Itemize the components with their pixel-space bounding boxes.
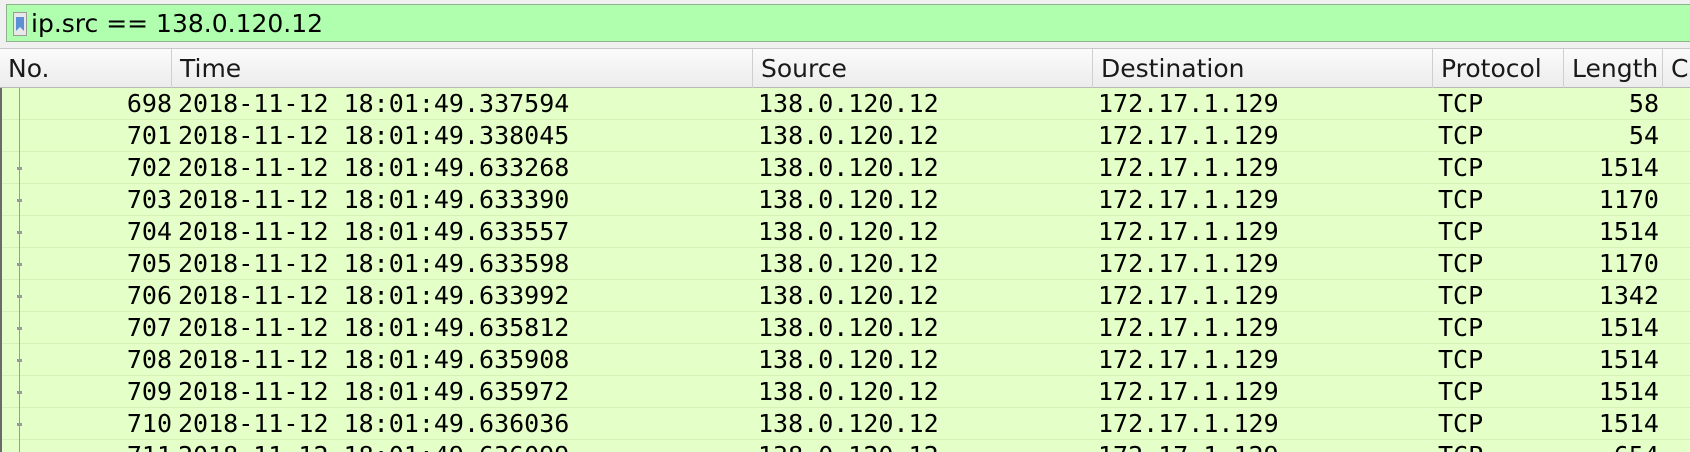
packet-length: 1514 (1598, 377, 1659, 406)
packet-protocol: TCP (1438, 409, 1484, 438)
packet-protocol: TCP (1438, 440, 1564, 452)
column-header-no[interactable]: No. (0, 49, 172, 89)
packet-time: 2018-11-12 18:01:49.338045 (178, 121, 570, 150)
packet-protocol: TCP (1438, 377, 1484, 406)
display-filter-text[interactable]: ip.src == 138.0.120.12 (31, 7, 323, 41)
packet-protocol: TCP (1438, 153, 1484, 182)
column-header-source[interactable]: Source (753, 49, 1093, 89)
packet-length: 1514 (1598, 153, 1659, 182)
packet-source: 138.0.120.12 (758, 440, 1098, 452)
packet-protocol: TCP (1438, 345, 1484, 374)
column-header-length[interactable]: Length (1564, 49, 1663, 89)
packet-time: 2018-11-12 18:01:49.636099 (178, 440, 758, 452)
packet-protocol: TCP (1438, 185, 1484, 214)
packet-protocol: TCP (1438, 121, 1484, 150)
packet-length: 58 (1628, 89, 1659, 118)
packet-number: 702 (126, 153, 172, 182)
packet-source: 138.0.120.12 (758, 313, 939, 342)
packet-length: 1170 (1598, 185, 1659, 214)
packet-destination: 172.17.1.129 (1098, 249, 1279, 278)
packet-source: 138.0.120.12 (758, 121, 939, 150)
packet-source: 138.0.120.12 (758, 89, 939, 118)
packet-number: 704 (126, 217, 172, 246)
packet-length: 1514 (1598, 345, 1659, 374)
display-filter-input[interactable]: ip.src == 138.0.120.12 (6, 4, 1690, 42)
packet-source: 138.0.120.12 (758, 345, 939, 374)
packet-protocol: TCP (1438, 89, 1484, 118)
packet-time: 2018-11-12 18:01:49.633268 (178, 153, 570, 182)
packet-length: 54 (1628, 121, 1659, 150)
packet-protocol: TCP (1438, 217, 1484, 246)
packet-source: 138.0.120.12 (758, 217, 939, 246)
packet-destination: 172.17.1.129 (1098, 440, 1438, 452)
packet-list[interactable]: No. Time Source Destination Protocol Len… (0, 48, 1690, 452)
packet-time: 2018-11-12 18:01:49.633557 (178, 217, 570, 246)
packet-row[interactable]: 703 2018-11-12 18:01:49.633390 138.0.120.1… (0, 184, 1690, 216)
packet-row[interactable]: 710 2018-11-12 18:01:49.636036 138.0.120.1… (0, 408, 1690, 440)
packet-row[interactable]: 706 2018-11-12 18:01:49.633992 138.0.120.1… (0, 280, 1690, 312)
packet-protocol: TCP (1438, 249, 1484, 278)
bookmark-icon (16, 17, 24, 31)
packet-length: 1514 (1598, 313, 1659, 342)
packet-destination: 172.17.1.129 (1098, 345, 1279, 374)
packet-number: 707 (126, 313, 172, 342)
packet-row[interactable]: 702 2018-11-12 18:01:49.633268 138.0.120.1… (0, 152, 1690, 184)
packet-length: 1514 (1598, 217, 1659, 246)
packet-number: 709 (126, 377, 172, 406)
packet-source: 138.0.120.12 (758, 281, 939, 310)
packet-time: 2018-11-12 18:01:49.635812 (178, 313, 570, 342)
packet-number: 708 (126, 345, 172, 374)
packet-number: 710 (126, 409, 172, 438)
packet-number: 705 (126, 249, 172, 278)
left-edge-border (0, 88, 2, 452)
packet-time: 2018-11-12 18:01:49.633992 (178, 281, 570, 310)
packet-destination: 172.17.1.129 (1098, 185, 1279, 214)
column-header-info[interactable]: Cl (1663, 49, 1690, 89)
packet-destination: 172.17.1.129 (1098, 377, 1279, 406)
packet-destination: 172.17.1.129 (1098, 409, 1279, 438)
packet-time: 2018-11-12 18:01:49.635908 (178, 345, 570, 374)
packet-source: 138.0.120.12 (758, 185, 939, 214)
packet-source: 138.0.120.12 (758, 153, 939, 182)
packet-destination: 172.17.1.129 (1098, 281, 1279, 310)
column-header-time[interactable]: Time (172, 49, 753, 89)
packet-source: 138.0.120.12 (758, 377, 939, 406)
packet-row[interactable]: 705 2018-11-12 18:01:49.633598 138.0.120.1… (0, 248, 1690, 280)
packet-protocol: TCP (1438, 281, 1484, 310)
packet-time: 2018-11-12 18:01:49.633598 (178, 249, 570, 278)
packet-list-header: No. Time Source Destination Protocol Len… (0, 48, 1690, 89)
packet-number: 706 (126, 281, 172, 310)
packet-row[interactable]: 708 2018-11-12 18:01:49.635908 138.0.120.1… (0, 344, 1690, 376)
packet-number: 701 (126, 121, 172, 150)
packet-row[interactable]: 701 2018-11-12 18:01:49.338045 138.0.120.1… (0, 120, 1690, 152)
packet-protocol: TCP (1438, 313, 1484, 342)
column-header-protocol[interactable]: Protocol (1433, 49, 1564, 89)
packet-row[interactable]: 707 2018-11-12 18:01:49.635812 138.0.120.1… (0, 312, 1690, 344)
column-header-destination[interactable]: Destination (1093, 49, 1433, 89)
packet-source: 138.0.120.12 (758, 249, 939, 278)
packet-destination: 172.17.1.129 (1098, 313, 1279, 342)
packet-row[interactable]: 709 2018-11-12 18:01:49.635972 138.0.120.1… (0, 376, 1690, 408)
packet-time: 2018-11-12 18:01:49.633390 (178, 185, 570, 214)
packet-destination: 172.17.1.129 (1098, 89, 1279, 118)
packet-destination: 172.17.1.129 (1098, 217, 1279, 246)
packet-destination: 172.17.1.129 (1098, 153, 1279, 182)
packet-destination: 172.17.1.129 (1098, 121, 1279, 150)
packet-row[interactable]: 698 2018-11-12 18:01:49.337594 138.0.120.1… (0, 88, 1690, 120)
packet-length: 1342 (1598, 281, 1659, 310)
packet-row[interactable]: 704 2018-11-12 18:01:49.633557 138.0.120.1… (0, 216, 1690, 248)
filter-bookmark-button[interactable] (13, 12, 27, 36)
packet-number: 698 (126, 89, 172, 118)
packet-source: 138.0.120.12 (758, 409, 939, 438)
packet-number: 703 (126, 185, 172, 214)
packet-length: 1170 (1598, 249, 1659, 278)
packet-time: 2018-11-12 18:01:49.337594 (178, 89, 570, 118)
packet-row[interactable]: 711 2018-11-12 18:01:49.636099138.0.120.1… (0, 440, 1690, 452)
packet-number: 711 (20, 440, 172, 452)
packet-time: 2018-11-12 18:01:49.636036 (178, 409, 570, 438)
display-filter-toolbar: ip.src == 138.0.120.12 (0, 0, 1690, 48)
packet-length: 1514 (1598, 409, 1659, 438)
packet-length: 654 (1565, 440, 1659, 452)
packet-time: 2018-11-12 18:01:49.635972 (178, 377, 570, 406)
